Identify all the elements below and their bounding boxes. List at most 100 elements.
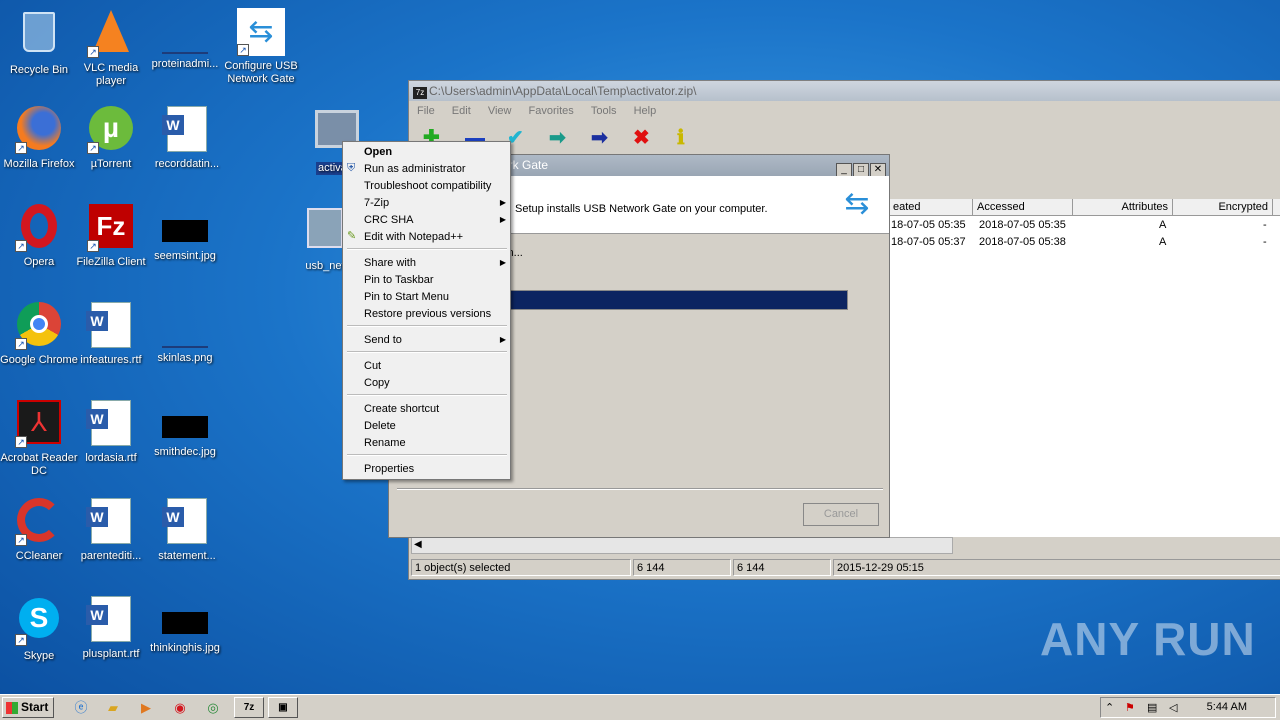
opera-taskbar-icon[interactable]: ◉ <box>171 699 189 717</box>
desktop-icon-opera[interactable]: ↗ Opera <box>0 204 78 269</box>
cancel-button[interactable]: Cancel <box>803 503 879 526</box>
menu-item-open[interactable]: Open <box>364 144 504 160</box>
scroll-left-icon[interactable]: ◀ <box>414 539 422 550</box>
menu-item-create-shortcut[interactable]: Create shortcut <box>364 401 504 417</box>
minimize-icon[interactable]: _ <box>836 163 852 177</box>
folder-icon[interactable]: ▰ <box>104 699 122 717</box>
start-button[interactable]: Start <box>2 697 54 718</box>
shortcut-arrow-icon: ↗ <box>237 44 249 56</box>
menu-item-troubleshoot[interactable]: Troubleshoot compatibility <box>364 178 504 194</box>
desktop-icon-statement[interactable]: W statement... <box>148 498 226 563</box>
taskbar-setup-button[interactable]: ▣ <box>268 697 298 718</box>
desktop-icon-thinkinghis[interactable]: thinkinghis.jpg <box>146 596 224 655</box>
desktop-icon-utorrent[interactable]: µ ↗ µTorrent <box>72 106 150 171</box>
desktop-icon-acrobat[interactable]: ⅄ ↗ Acrobat Reader DC <box>0 400 78 478</box>
desktop-icon-label: seemsint.jpg <box>154 250 216 262</box>
close-icon[interactable]: ✕ <box>870 163 886 177</box>
image-thumbnail <box>162 346 208 348</box>
move-icon[interactable]: ➡ <box>591 127 608 149</box>
desktop-icon-smithdec[interactable]: smithdec.jpg <box>146 400 224 459</box>
shortcut-arrow-icon: ↗ <box>15 436 27 448</box>
col-accessed[interactable]: Accessed <box>973 199 1073 216</box>
cell-encrypted: - <box>1263 236 1267 248</box>
menu-item-run-as-admin[interactable]: Run as administrator <box>364 161 504 177</box>
7zip-toolbar: ✚ ▬ ✔ ➡ ➡ ✖ ℹ <box>409 121 1280 155</box>
7zip-title-bar[interactable]: 7z C:\Users\admin\AppData\Local\Temp\acti… <box>409 81 1280 101</box>
show-hidden-icons-icon[interactable]: ⌃ <box>1105 701 1114 714</box>
delete-icon[interactable]: ✖ <box>633 127 650 149</box>
menu-file[interactable]: File <box>417 105 435 117</box>
desktop-icon-label: FileZilla Client <box>76 256 146 268</box>
menu-item-pin-start[interactable]: Pin to Start Menu <box>364 289 504 305</box>
desktop-icon-ccleaner[interactable]: ↗ CCleaner <box>0 498 78 563</box>
menu-item-rename[interactable]: Rename <box>364 435 504 451</box>
menu-help[interactable]: Help <box>634 105 657 117</box>
menu-item-delete[interactable]: Delete <box>364 418 504 434</box>
info-icon[interactable]: ℹ <box>677 127 685 149</box>
taskbar-7zip-button[interactable]: 7z <box>234 697 264 718</box>
word-doc-icon: W <box>162 498 211 546</box>
divider <box>397 488 883 490</box>
submenu-arrow-icon: ▶ <box>499 335 506 344</box>
maximize-icon[interactable]: □ <box>853 163 869 177</box>
menu-item-share-with[interactable]: Share with ▶ <box>364 255 506 271</box>
desktop-icon-firefox[interactable]: ↗ Mozilla Firefox <box>0 106 78 171</box>
col-encrypted[interactable]: Encrypted <box>1173 199 1273 216</box>
copy-icon[interactable]: ➡ <box>549 127 566 149</box>
desktop-icon-skype[interactable]: S ↗ Skype <box>0 596 78 663</box>
col-attributes[interactable]: Attributes <box>1073 199 1173 216</box>
menu-separator <box>347 325 507 327</box>
cell-accessed: 2018-07-05 05:38 <box>979 236 1066 248</box>
menu-tools[interactable]: Tools <box>591 105 617 117</box>
cell-attributes: A <box>1159 219 1167 231</box>
chrome-taskbar-icon[interactable]: ◎ <box>204 699 222 717</box>
shortcut-arrow-icon: ↗ <box>15 634 27 646</box>
desktop-icon-recorddatin[interactable]: W recorddatin... <box>148 106 226 171</box>
menu-item-copy[interactable]: Copy <box>364 375 504 391</box>
table-row[interactable]: 18-07-05 05:37 2018-07-05 05:38 A - <box>889 234 1280 251</box>
menu-edit[interactable]: Edit <box>452 105 471 117</box>
acrobat-icon: ⅄ ↗ <box>15 400 63 448</box>
menu-item-restore-versions[interactable]: Restore previous versions <box>364 306 504 322</box>
menu-item-properties[interactable]: Properties <box>364 461 504 477</box>
menu-item-edit-notepad[interactable]: Edit with Notepad++ <box>364 229 504 245</box>
menu-favorites[interactable]: Favorites <box>529 105 574 117</box>
table-row[interactable]: 18-07-05 05:35 2018-07-05 05:35 A - <box>889 217 1280 234</box>
col-created[interactable]: eated <box>889 199 973 216</box>
status-size: 6 144 <box>633 559 731 576</box>
menu-view[interactable]: View <box>488 105 512 117</box>
desktop-icon-skinlas[interactable]: skinlas.png <box>146 302 224 365</box>
desktop-icon-seemsint[interactable]: seemsint.jpg <box>146 204 224 263</box>
menu-item-cut[interactable]: Cut <box>364 358 504 374</box>
installer-taskbar-icon: ▣ <box>278 702 288 713</box>
menu-item-crc-sha[interactable]: CRC SHA ▶ <box>364 212 506 228</box>
file-icon <box>162 52 208 54</box>
desktop-icon-parentediti[interactable]: W parentediti... <box>72 498 150 563</box>
desktop-icon-label: proteinadmi... <box>151 58 219 70</box>
action-center-icon[interactable]: ⚑ <box>1125 701 1135 714</box>
shortcut-arrow-icon: ↗ <box>15 142 27 154</box>
desktop-icon-configure-usb[interactable]: ⇆ ↗ Configure USB Network Gate <box>222 8 300 86</box>
usb-icon: ⇆ <box>844 187 870 220</box>
desktop-icon-lordasia[interactable]: W lordasia.rtf <box>72 400 150 465</box>
desktop-icon-chrome[interactable]: ↗ Google Chrome <box>0 302 78 367</box>
horizontal-scrollbar[interactable]: ◀ <box>411 537 953 554</box>
word-doc-icon: W <box>86 498 135 546</box>
desktop-icon-filezilla[interactable]: Fz ↗ FileZilla Client <box>72 204 150 269</box>
menu-item-send-to[interactable]: Send to ▶ <box>364 332 506 348</box>
desktop-icon-infeatures[interactable]: W infeatures.rtf <box>72 302 150 367</box>
opera-icon: ↗ <box>15 204 63 252</box>
internet-explorer-icon[interactable]: ⓔ <box>72 699 90 717</box>
setup-banner-text: Setup installs USB Network Gate on your … <box>515 203 768 215</box>
menu-item-7zip[interactable]: 7-Zip ▶ <box>364 195 506 211</box>
media-player-icon[interactable]: ▶ <box>137 699 155 717</box>
menu-item-pin-taskbar[interactable]: Pin to Taskbar <box>364 272 504 288</box>
desktop-icon-vlc[interactable]: ↗ VLC media player <box>72 8 150 88</box>
volume-icon[interactable]: ◁ <box>1169 701 1177 714</box>
desktop-icon-plusplant[interactable]: W plusplant.rtf <box>72 596 150 661</box>
network-icon[interactable]: ▤ <box>1147 701 1157 714</box>
desktop-icon-recycle-bin[interactable]: Recycle Bin <box>0 8 78 77</box>
taskbar-clock[interactable]: 5:44 AM <box>1207 701 1247 713</box>
desktop-icon-proteinadmi[interactable]: proteinadmi... <box>146 8 224 71</box>
chrome-icon: ↗ <box>15 302 63 350</box>
